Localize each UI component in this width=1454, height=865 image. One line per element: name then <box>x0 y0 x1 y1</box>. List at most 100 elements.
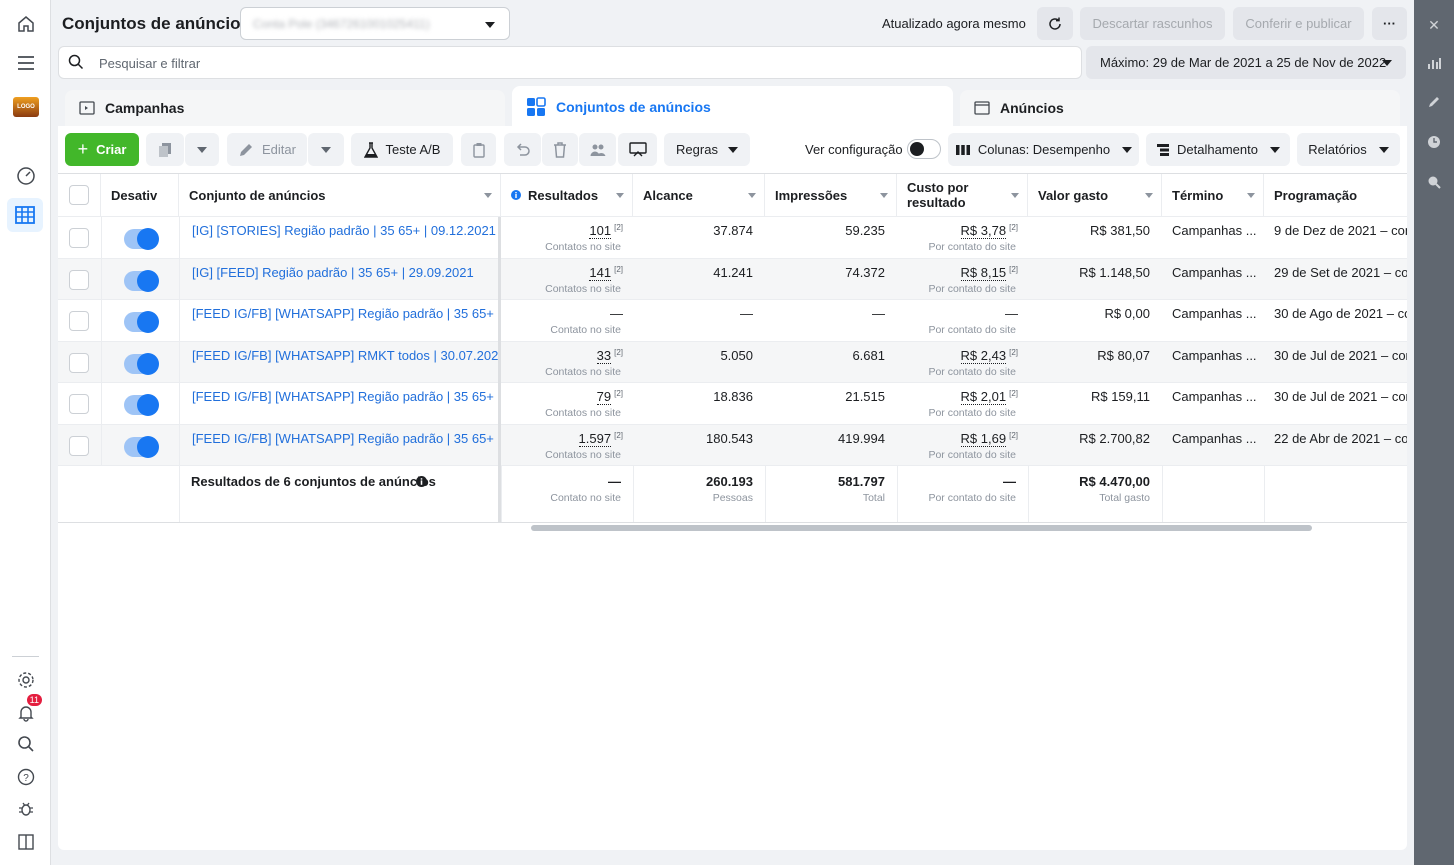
preview-button[interactable] <box>618 133 657 166</box>
header-results[interactable]: Resultados <box>501 174 633 216</box>
create-button[interactable]: + Criar <box>65 133 139 166</box>
table-row[interactable]: [FEED IG/FB] [WHATSAPP] Região padrão | … <box>58 383 1407 425</box>
results-number: 79 <box>596 389 612 405</box>
ab-test-button[interactable]: Teste A/B <box>351 133 453 166</box>
last-updated-text: Atualizado agora mesmo <box>882 16 1026 31</box>
tab-ad-sets[interactable]: Conjuntos de anúncios <box>512 86 953 128</box>
totals-spent-value: R$ 4.470,00 <box>1079 474 1150 489</box>
edit-dropdown[interactable] <box>308 133 344 166</box>
clock-icon[interactable] <box>1424 132 1444 152</box>
search-icon[interactable] <box>13 731 39 757</box>
duplicate-button[interactable] <box>146 133 184 166</box>
ad-set-on-off-toggle[interactable] <box>124 311 159 333</box>
menu-icon[interactable] <box>13 50 39 76</box>
panel-toggle-icon[interactable] <box>13 829 39 855</box>
pencil-icon[interactable] <box>1424 92 1444 112</box>
header-name[interactable]: Conjunto de anúncios <box>179 174 501 216</box>
header-cost-per-result[interactable]: Custo por resultado <box>897 174 1028 216</box>
help-icon[interactable]: ? <box>13 764 39 790</box>
spent-cell: R$ 1.148,50 <box>1028 259 1162 300</box>
review-publish-button[interactable]: Conferir e publicar <box>1233 7 1364 40</box>
table-row[interactable]: [IG] [FEED] Região padrão | 35 65+ | 29.… <box>58 258 1407 300</box>
header-amount-spent[interactable]: Valor gasto <box>1028 174 1162 216</box>
ad-set-on-off-toggle[interactable] <box>124 352 159 375</box>
date-range-picker[interactable]: Máximo: 29 de Mar de 2021 a 25 de Nov de… <box>1086 46 1406 79</box>
spent-value: R$ 80,07 <box>1097 347 1150 363</box>
bell-icon[interactable]: 11 <box>13 694 42 726</box>
cpr-value: R$ 2,01 [2] <box>960 389 1018 405</box>
end-value: Campanhas ... <box>1172 264 1257 280</box>
ad-set-on-off-toggle[interactable] <box>124 228 159 250</box>
undo-button[interactable] <box>504 133 541 166</box>
inspect-icon[interactable] <box>1424 172 1444 192</box>
tab-ads[interactable]: Anúncios <box>960 90 1400 126</box>
refresh-button[interactable] <box>1037 7 1073 40</box>
info-icon <box>416 476 427 487</box>
duplicate-icon <box>159 142 171 157</box>
account-selector[interactable]: Conta Pole (3467261001025411) <box>240 7 510 40</box>
row-checkbox[interactable] <box>69 228 89 248</box>
search-input[interactable] <box>99 53 999 73</box>
row-checkbox[interactable] <box>69 311 89 331</box>
tab-campaigns[interactable]: Campanhas <box>65 90 505 126</box>
chevron-down-icon <box>1122 146 1133 153</box>
header-reach[interactable]: Alcance <box>633 174 765 216</box>
rules-button[interactable]: Regras <box>664 133 750 166</box>
account-logo[interactable]: LOGO <box>13 97 39 117</box>
ad-set-name-cell: [IG] [STORIES] Região padrão | 35 65+ | … <box>179 217 501 258</box>
gauge-icon[interactable] <box>13 163 39 189</box>
ad-set-name-link[interactable]: [FEED IG/FB] [WHATSAPP] RMKT todos | 30.… <box>192 348 501 363</box>
header-schedule[interactable]: Programação <box>1264 174 1407 216</box>
duplicate-dropdown[interactable] <box>185 133 219 166</box>
close-icon[interactable]: ✕ <box>1424 15 1444 35</box>
totals-spent: R$ 4.470,00 Total gasto <box>1028 466 1162 522</box>
ad-set-name-link[interactable]: [IG] [STORIES] Região padrão | 35 65+ | … <box>192 223 496 238</box>
view-settings-toggle[interactable] <box>907 139 941 159</box>
row-checkbox[interactable] <box>69 352 89 373</box>
row-checkbox[interactable] <box>69 269 89 290</box>
select-all-checkbox[interactable] <box>69 185 89 205</box>
search-filter-bar[interactable] <box>58 46 1082 79</box>
ad-set-name-link[interactable]: [IG] [FEED] Região padrão | 35 65+ | 29.… <box>192 265 474 280</box>
horizontal-scrollbar[interactable] <box>531 525 1312 531</box>
more-options-button[interactable]: ··· <box>1372 7 1407 40</box>
spent-cell: R$ 80,07 <box>1028 342 1162 383</box>
results-cell: 33 [2] Contatos no site <box>501 342 633 383</box>
ads-manager-table-icon[interactable] <box>7 198 43 232</box>
table-row[interactable]: [FEED IG/FB] [WHATSAPP] RMKT todos | 30.… <box>58 341 1407 383</box>
row-checkbox[interactable] <box>69 394 89 414</box>
ad-set-name-link[interactable]: [FEED IG/FB] [WHATSAPP] Região padrão | … <box>192 306 501 321</box>
row-checkbox[interactable] <box>69 435 89 456</box>
totals-spent-sub: Total gasto <box>1099 492 1150 504</box>
ad-set-on-off-toggle[interactable] <box>124 435 159 458</box>
audience-button[interactable] <box>579 133 616 166</box>
header-impressions[interactable]: Impressões <box>765 174 897 216</box>
breakdown-button[interactable]: Detalhamento <box>1146 133 1290 166</box>
columns-icon <box>955 144 970 155</box>
ad-set-on-off-toggle[interactable] <box>124 269 159 292</box>
cpr-sub: Por contato do site <box>928 448 1016 461</box>
discard-drafts-button[interactable]: Descartar rascunhos <box>1080 7 1225 40</box>
edit-button[interactable]: Editar <box>227 133 307 166</box>
left-navigation: LOGO 11 ? <box>0 0 51 865</box>
ad-set-name-link[interactable]: [FEED IG/FB] [WHATSAPP] Região padrão | … <box>192 389 501 404</box>
header-toggle[interactable]: Desativ <box>101 174 179 216</box>
table-row[interactable]: [FEED IG/FB] [WHATSAPP] Região padrão | … <box>58 300 1407 342</box>
table-row[interactable]: [FEED IG/FB] [WHATSAPP] Região padrão | … <box>58 424 1407 466</box>
gear-icon[interactable] <box>13 667 39 693</box>
ad-set-name-link[interactable]: [FEED IG/FB] [WHATSAPP] Região padrão | … <box>192 431 501 446</box>
reports-button[interactable]: Relatórios <box>1297 133 1400 166</box>
bug-icon[interactable] <box>13 796 39 822</box>
row-toggle-cell <box>101 258 179 299</box>
ad-set-on-off-toggle[interactable] <box>124 394 159 416</box>
nav-divider <box>12 656 39 657</box>
bar-chart-icon[interactable] <box>1424 53 1444 73</box>
home-icon[interactable] <box>13 11 39 37</box>
header-end[interactable]: Término <box>1162 174 1264 216</box>
date-range-label: Máximo: 29 de Mar de 2021 a 25 de Nov de… <box>1100 55 1387 70</box>
delete-button[interactable] <box>542 133 578 166</box>
columns-button[interactable]: Colunas: Desempenho <box>948 133 1139 166</box>
table-row[interactable]: [IG] [STORIES] Região padrão | 35 65+ | … <box>58 217 1407 259</box>
ad-set-name-cell: [FEED IG/FB] [WHATSAPP] Região padrão | … <box>179 424 501 465</box>
clipboard-button[interactable] <box>461 133 496 166</box>
